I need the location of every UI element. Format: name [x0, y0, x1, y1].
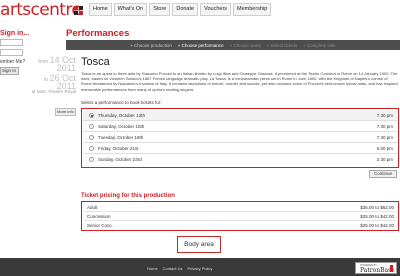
- step-choose-performance: » Choose performance: [177, 42, 224, 48]
- nav-home[interactable]: Home: [89, 3, 112, 16]
- footer-link-contact[interactable]: Contact Us: [163, 266, 183, 271]
- performance-time: 6.00 pm: [376, 146, 393, 151]
- continue-button[interactable]: Continue: [369, 170, 397, 178]
- performance-day: Tuesday, October 18th: [98, 135, 144, 140]
- performance-time: 2.30 pm: [376, 157, 393, 162]
- site-footer: Home Contact Us Privacy Policy POWERED B…: [0, 258, 400, 276]
- production-description: Tosca is an opera in three acts by Giaco…: [81, 71, 398, 92]
- nav-vouchers[interactable]: Vouchers: [200, 3, 232, 16]
- performance-row[interactable]: Sunday, October 23rd 2.30 pm: [83, 155, 397, 165]
- step-choose-production[interactable]: » Choose production: [130, 43, 172, 48]
- date-from: from 14 Oct 2011: [22, 56, 76, 73]
- username-field[interactable]: [0, 39, 23, 46]
- price-category: Senior Conc.: [87, 223, 114, 228]
- performance-time: 7.30 pm: [376, 113, 393, 118]
- price-row: Concession $25.00 to $42.00: [84, 213, 396, 221]
- nav-membership[interactable]: Membership: [233, 3, 272, 16]
- radio-button[interactable]: [89, 124, 94, 129]
- arts-centre-logo[interactable]: artscentre: [0, 0, 82, 20]
- date-from-year: 2011: [56, 63, 76, 73]
- venue-name: Main Theatre Royal: [36, 89, 76, 94]
- production-title: Tosca: [81, 56, 110, 68]
- performance-time: 7.30 pm: [376, 124, 393, 129]
- footer-link-privacy[interactable]: Privacy Policy: [187, 266, 212, 271]
- patronbase-mark-icon: [390, 265, 393, 272]
- footer-links: Home Contact Us Privacy Policy: [147, 266, 212, 271]
- signin-button[interactable]: Sign In: [0, 67, 19, 75]
- performance-time: 7.30 pm: [376, 135, 393, 140]
- step-complete-sale: » Complete sale: [303, 42, 336, 48]
- performance-day: Thursday, October 13th: [98, 113, 145, 118]
- price-row: Adult $35.00 to $62.00: [84, 204, 396, 212]
- price-category: Adult: [87, 205, 98, 210]
- performance-row[interactable]: Saturday, October 15th 7.30 pm: [83, 122, 397, 132]
- radio-button[interactable]: [89, 157, 94, 162]
- radio-button[interactable]: [89, 146, 94, 151]
- password-field[interactable]: [0, 49, 23, 56]
- footer-link-home[interactable]: Home: [147, 266, 158, 271]
- nav-store[interactable]: Store: [149, 3, 171, 16]
- nav-donate[interactable]: Donate: [172, 3, 199, 16]
- date-to-prefix: to: [43, 77, 49, 83]
- logo-mark-icon: [74, 6, 84, 15]
- price-category: Concession: [87, 214, 111, 219]
- venue-label: at Main Theatre Royal: [30, 89, 76, 95]
- pricing-table: Adult $35.00 to $62.00 Concession $25.00…: [81, 201, 399, 231]
- logo-text-arts: arts: [0, 0, 31, 20]
- body-area-annotation: Body area: [177, 236, 221, 253]
- price-range: $35.00 to $62.00: [360, 205, 394, 210]
- page-title: Performances: [66, 28, 130, 39]
- performance-row[interactable]: Thursday, October 13th 7.30 pm: [83, 111, 397, 121]
- more-info-button[interactable]: More info: [55, 108, 76, 116]
- performance-day: Friday, October 21st: [98, 146, 139, 151]
- price-range: $25.00 to $42.00: [360, 214, 394, 219]
- date-from-prefix: from: [38, 59, 49, 65]
- venue-prefix: at: [31, 89, 36, 94]
- radio-button[interactable]: [89, 135, 94, 140]
- performance-row[interactable]: Friday, October 21st 6.00 pm: [83, 144, 397, 154]
- select-performance-label: Select a performance to book tickets for…: [81, 100, 162, 105]
- price-range: $25.00 to $42.00: [360, 223, 394, 228]
- step-select-tickets: » Select tickets: [266, 42, 298, 48]
- step-choose-seats: » Choose seats: [229, 42, 261, 48]
- nav-whats-on[interactable]: What's On: [113, 3, 148, 16]
- patronbase-badge[interactable]: POWERED BY PatronBase: [355, 262, 397, 274]
- booking-steps-bar: » Choose production » Choose performance…: [66, 40, 400, 50]
- price-row: Senior Conc. $25.00 to $42.00: [84, 222, 396, 230]
- signin-title: Sign in...: [0, 30, 30, 37]
- performance-list: Thursday, October 13th 7.30 pm Saturday,…: [81, 108, 399, 168]
- site-header: artscentre Home What's On Store Donate V…: [0, 0, 400, 22]
- pricing-title: Ticket pricing for this production: [81, 193, 175, 199]
- radio-button[interactable]: [89, 113, 94, 118]
- main-nav: Home What's On Store Donate Vouchers Mem…: [89, 3, 272, 16]
- performance-day: Sunday, October 23rd: [98, 157, 142, 162]
- performance-row[interactable]: Tuesday, October 18th 7.30 pm: [83, 133, 397, 143]
- performance-day: Saturday, October 15th: [98, 124, 145, 129]
